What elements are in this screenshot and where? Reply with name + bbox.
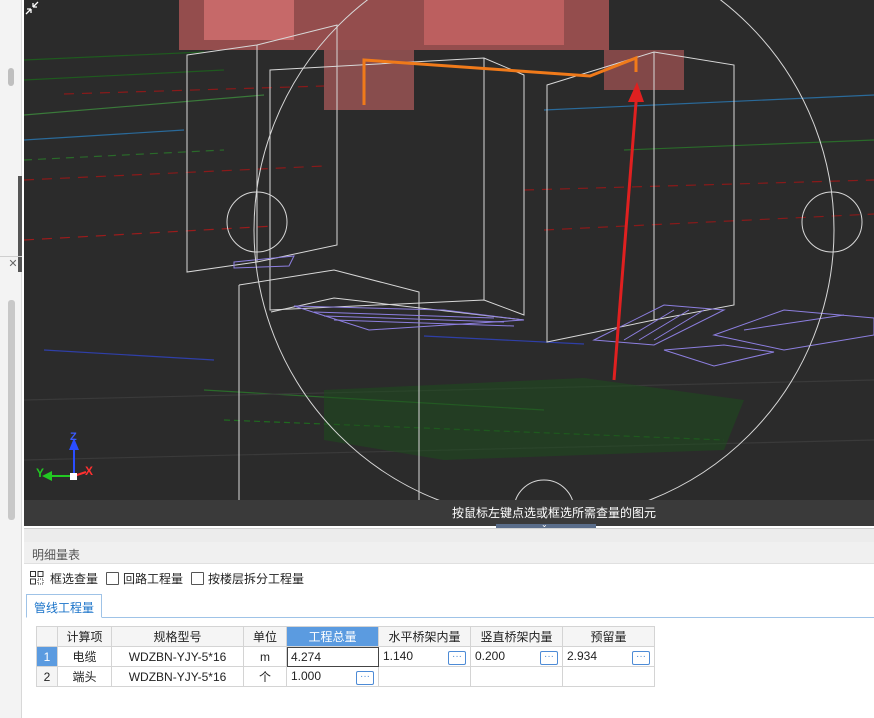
panel-toolbar: 框选查量 回路工程量 按楼层拆分工程量 bbox=[30, 568, 312, 588]
left-side-panel: ✕ bbox=[0, 0, 22, 718]
status-hint-text: 按鼠标左键点选或框选所需查量的图元 bbox=[452, 506, 657, 520]
checkbox-box[interactable] bbox=[106, 571, 120, 585]
hatched-areas bbox=[233, 255, 874, 367]
shrink-arrows-icon bbox=[25, 1, 39, 15]
ellipsis-button[interactable]: ··· bbox=[448, 650, 466, 665]
cell-spec[interactable]: WDZBN-YJY-5*16 bbox=[111, 666, 244, 687]
3d-scene bbox=[24, 0, 874, 526]
cell-vertical[interactable] bbox=[470, 666, 563, 687]
cell-vertical-value: 0.200 bbox=[475, 648, 506, 663]
table-row[interactable]: 2 端头 WDZBN-YJY-5*16 个 1.000 ··· bbox=[36, 666, 655, 687]
panel-title-bar bbox=[24, 542, 874, 564]
left-panel-scrollbar-bottom[interactable] bbox=[8, 300, 15, 520]
red-arrow bbox=[612, 89, 639, 381]
cell-vertical[interactable]: 0.200 ··· bbox=[470, 646, 563, 667]
cell-total[interactable]: 1.000 ··· bbox=[286, 666, 379, 687]
column-header[interactable]: 计算项 bbox=[57, 626, 112, 647]
panel-title: 明细量表 bbox=[32, 548, 81, 562]
floor-split-label: 按楼层拆分工程量 bbox=[208, 571, 305, 586]
axis-x-label: X bbox=[85, 464, 94, 478]
column-header[interactable]: 工程总量 bbox=[286, 626, 379, 647]
tab-pipeline-quantity[interactable]: 管线工程量 bbox=[26, 594, 103, 618]
ellipsis-button[interactable]: ··· bbox=[356, 670, 374, 685]
quantity-table: 计算项 规格型号 单位 工程总量 水平桥架内量 竖直桥架内量 预留量 1 电缆 … bbox=[36, 626, 655, 687]
row-number[interactable]: 2 bbox=[36, 666, 58, 687]
left-panel-scrollbar-top[interactable] bbox=[8, 68, 14, 86]
cell-horizontal-value: 1.140 bbox=[383, 648, 414, 663]
column-header[interactable]: 规格型号 bbox=[111, 626, 244, 647]
cell-unit[interactable]: 个 bbox=[243, 666, 287, 687]
corner-header[interactable] bbox=[36, 626, 58, 647]
cell-horizontal[interactable]: 1.140 ··· bbox=[378, 646, 471, 667]
column-header[interactable]: 预留量 bbox=[562, 626, 655, 647]
viewport-status-bar bbox=[24, 500, 874, 526]
cell-total[interactable]: 4.274 bbox=[286, 646, 379, 667]
cell-reserve[interactable] bbox=[562, 666, 655, 687]
box-select-button[interactable]: 框选查量 bbox=[50, 570, 98, 587]
app-root: ✕ Z Y X 按鼠标左键点选或框选所需查量的图元 ⌄ 明细量表 框选查量 回路… bbox=[0, 0, 874, 718]
green-zone bbox=[324, 378, 744, 460]
ellipsis-button[interactable]: ··· bbox=[540, 650, 558, 665]
panel-tabs: 管线工程量 bbox=[26, 594, 874, 618]
cell-item[interactable]: 端头 bbox=[57, 666, 112, 687]
box-select-icon[interactable] bbox=[30, 571, 44, 585]
cell-reserve[interactable]: 2.934 ··· bbox=[562, 646, 655, 667]
floor-split-checkbox[interactable]: 按楼层拆分工程量 bbox=[191, 570, 304, 587]
close-icon[interactable]: ✕ bbox=[6, 257, 20, 271]
row-number[interactable]: 1 bbox=[36, 646, 58, 667]
loop-quantity-label: 回路工程量 bbox=[123, 571, 184, 586]
axis-y-label: Y bbox=[36, 466, 45, 480]
cell-total-value: 1.000 bbox=[291, 668, 322, 683]
cell-total-value: 4.274 bbox=[291, 649, 322, 664]
cell-horizontal[interactable] bbox=[378, 666, 471, 687]
panel-header-bar bbox=[24, 528, 874, 542]
cell-item[interactable]: 电缆 bbox=[57, 646, 112, 667]
loop-quantity-checkbox[interactable]: 回路工程量 bbox=[106, 570, 183, 587]
column-header[interactable]: 竖直桥架内量 bbox=[470, 626, 563, 647]
detail-panel: 明细量表 框选查量 回路工程量 按楼层拆分工程量 管线工程量 计算项 规格型号 … bbox=[24, 528, 874, 718]
column-header[interactable]: 水平桥架内量 bbox=[378, 626, 471, 647]
table-header-row: 计算项 规格型号 单位 工程总量 水平桥架内量 竖直桥架内量 预留量 bbox=[36, 626, 655, 647]
cell-spec[interactable]: WDZBN-YJY-5*16 bbox=[111, 646, 244, 667]
ellipsis-button[interactable]: ··· bbox=[632, 650, 650, 665]
cell-unit[interactable]: m bbox=[243, 646, 287, 667]
column-header[interactable]: 单位 bbox=[243, 626, 287, 647]
cell-reserve-value: 2.934 bbox=[567, 648, 598, 663]
3d-viewport[interactable]: Z Y X 按鼠标左键点选或框选所需查量的图元 bbox=[24, 0, 874, 526]
table-row[interactable]: 1 电缆 WDZBN-YJY-5*16 m 4.274 1.140 ··· 0.2… bbox=[36, 646, 655, 667]
axis-z-label: Z bbox=[70, 431, 77, 443]
pink-structures bbox=[179, 0, 684, 110]
checkbox-box[interactable] bbox=[191, 571, 205, 585]
